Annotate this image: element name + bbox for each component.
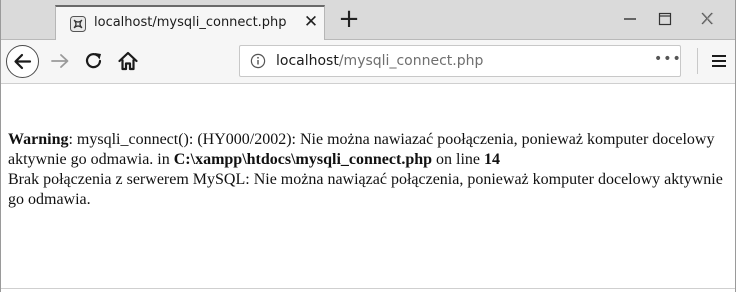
address-bar[interactable]: localhost/mysqli_connect.php ••• xyxy=(239,45,681,77)
back-button[interactable] xyxy=(6,45,39,78)
new-tab-button[interactable]: + xyxy=(337,5,361,33)
close-window-icon[interactable] xyxy=(694,8,720,30)
url-host: localhost xyxy=(276,53,339,69)
tab-close-button[interactable]: ✕ xyxy=(302,12,320,32)
maximize-icon[interactable] xyxy=(652,8,678,30)
url-path: /mysqli_connect.php xyxy=(338,53,484,69)
navigation-bar: localhost/mysqli_connect.php ••• xyxy=(1,40,735,84)
connection-error-message: Brak połączenia z serwerem MySQL: Nie mo… xyxy=(8,171,723,208)
toolbar-separator xyxy=(697,48,698,74)
url-text[interactable]: localhost/mysqli_connect.php xyxy=(276,53,483,69)
warning-message: Warning: mysqli_connect(): (HY000/2002):… xyxy=(8,130,730,170)
tab-title: localhost/mysqli_connect.php xyxy=(94,15,287,30)
warning-file-path: C:\xampp\htdocs\mysqli_connect.php xyxy=(173,151,433,168)
window-bottom-edge xyxy=(1,288,735,289)
warning-label: Warning xyxy=(8,131,69,148)
back-arrow-icon xyxy=(14,53,32,70)
page-content: Warning: mysqli_connect(): (HY000/2002):… xyxy=(8,130,730,210)
hamburger-menu-icon[interactable] xyxy=(709,50,729,72)
page-actions-button[interactable]: ••• xyxy=(654,51,682,67)
home-icon[interactable] xyxy=(117,50,139,72)
minimize-icon[interactable] xyxy=(617,8,643,30)
tab-strip-spacer xyxy=(1,0,55,40)
xampp-favicon-icon xyxy=(70,16,86,32)
browser-window: localhost/mysqli_connect.php ✕ + localho… xyxy=(0,0,736,292)
reload-icon[interactable] xyxy=(83,50,105,72)
warning-line-number: 14 xyxy=(484,151,501,168)
forward-arrow-icon[interactable] xyxy=(49,50,71,72)
warning-on-line-text: on line xyxy=(432,151,485,168)
info-icon[interactable] xyxy=(250,53,266,69)
tab-active[interactable]: localhost/mysqli_connect.php ✕ xyxy=(55,5,325,40)
tab-strip: localhost/mysqli_connect.php ✕ + xyxy=(1,0,735,40)
